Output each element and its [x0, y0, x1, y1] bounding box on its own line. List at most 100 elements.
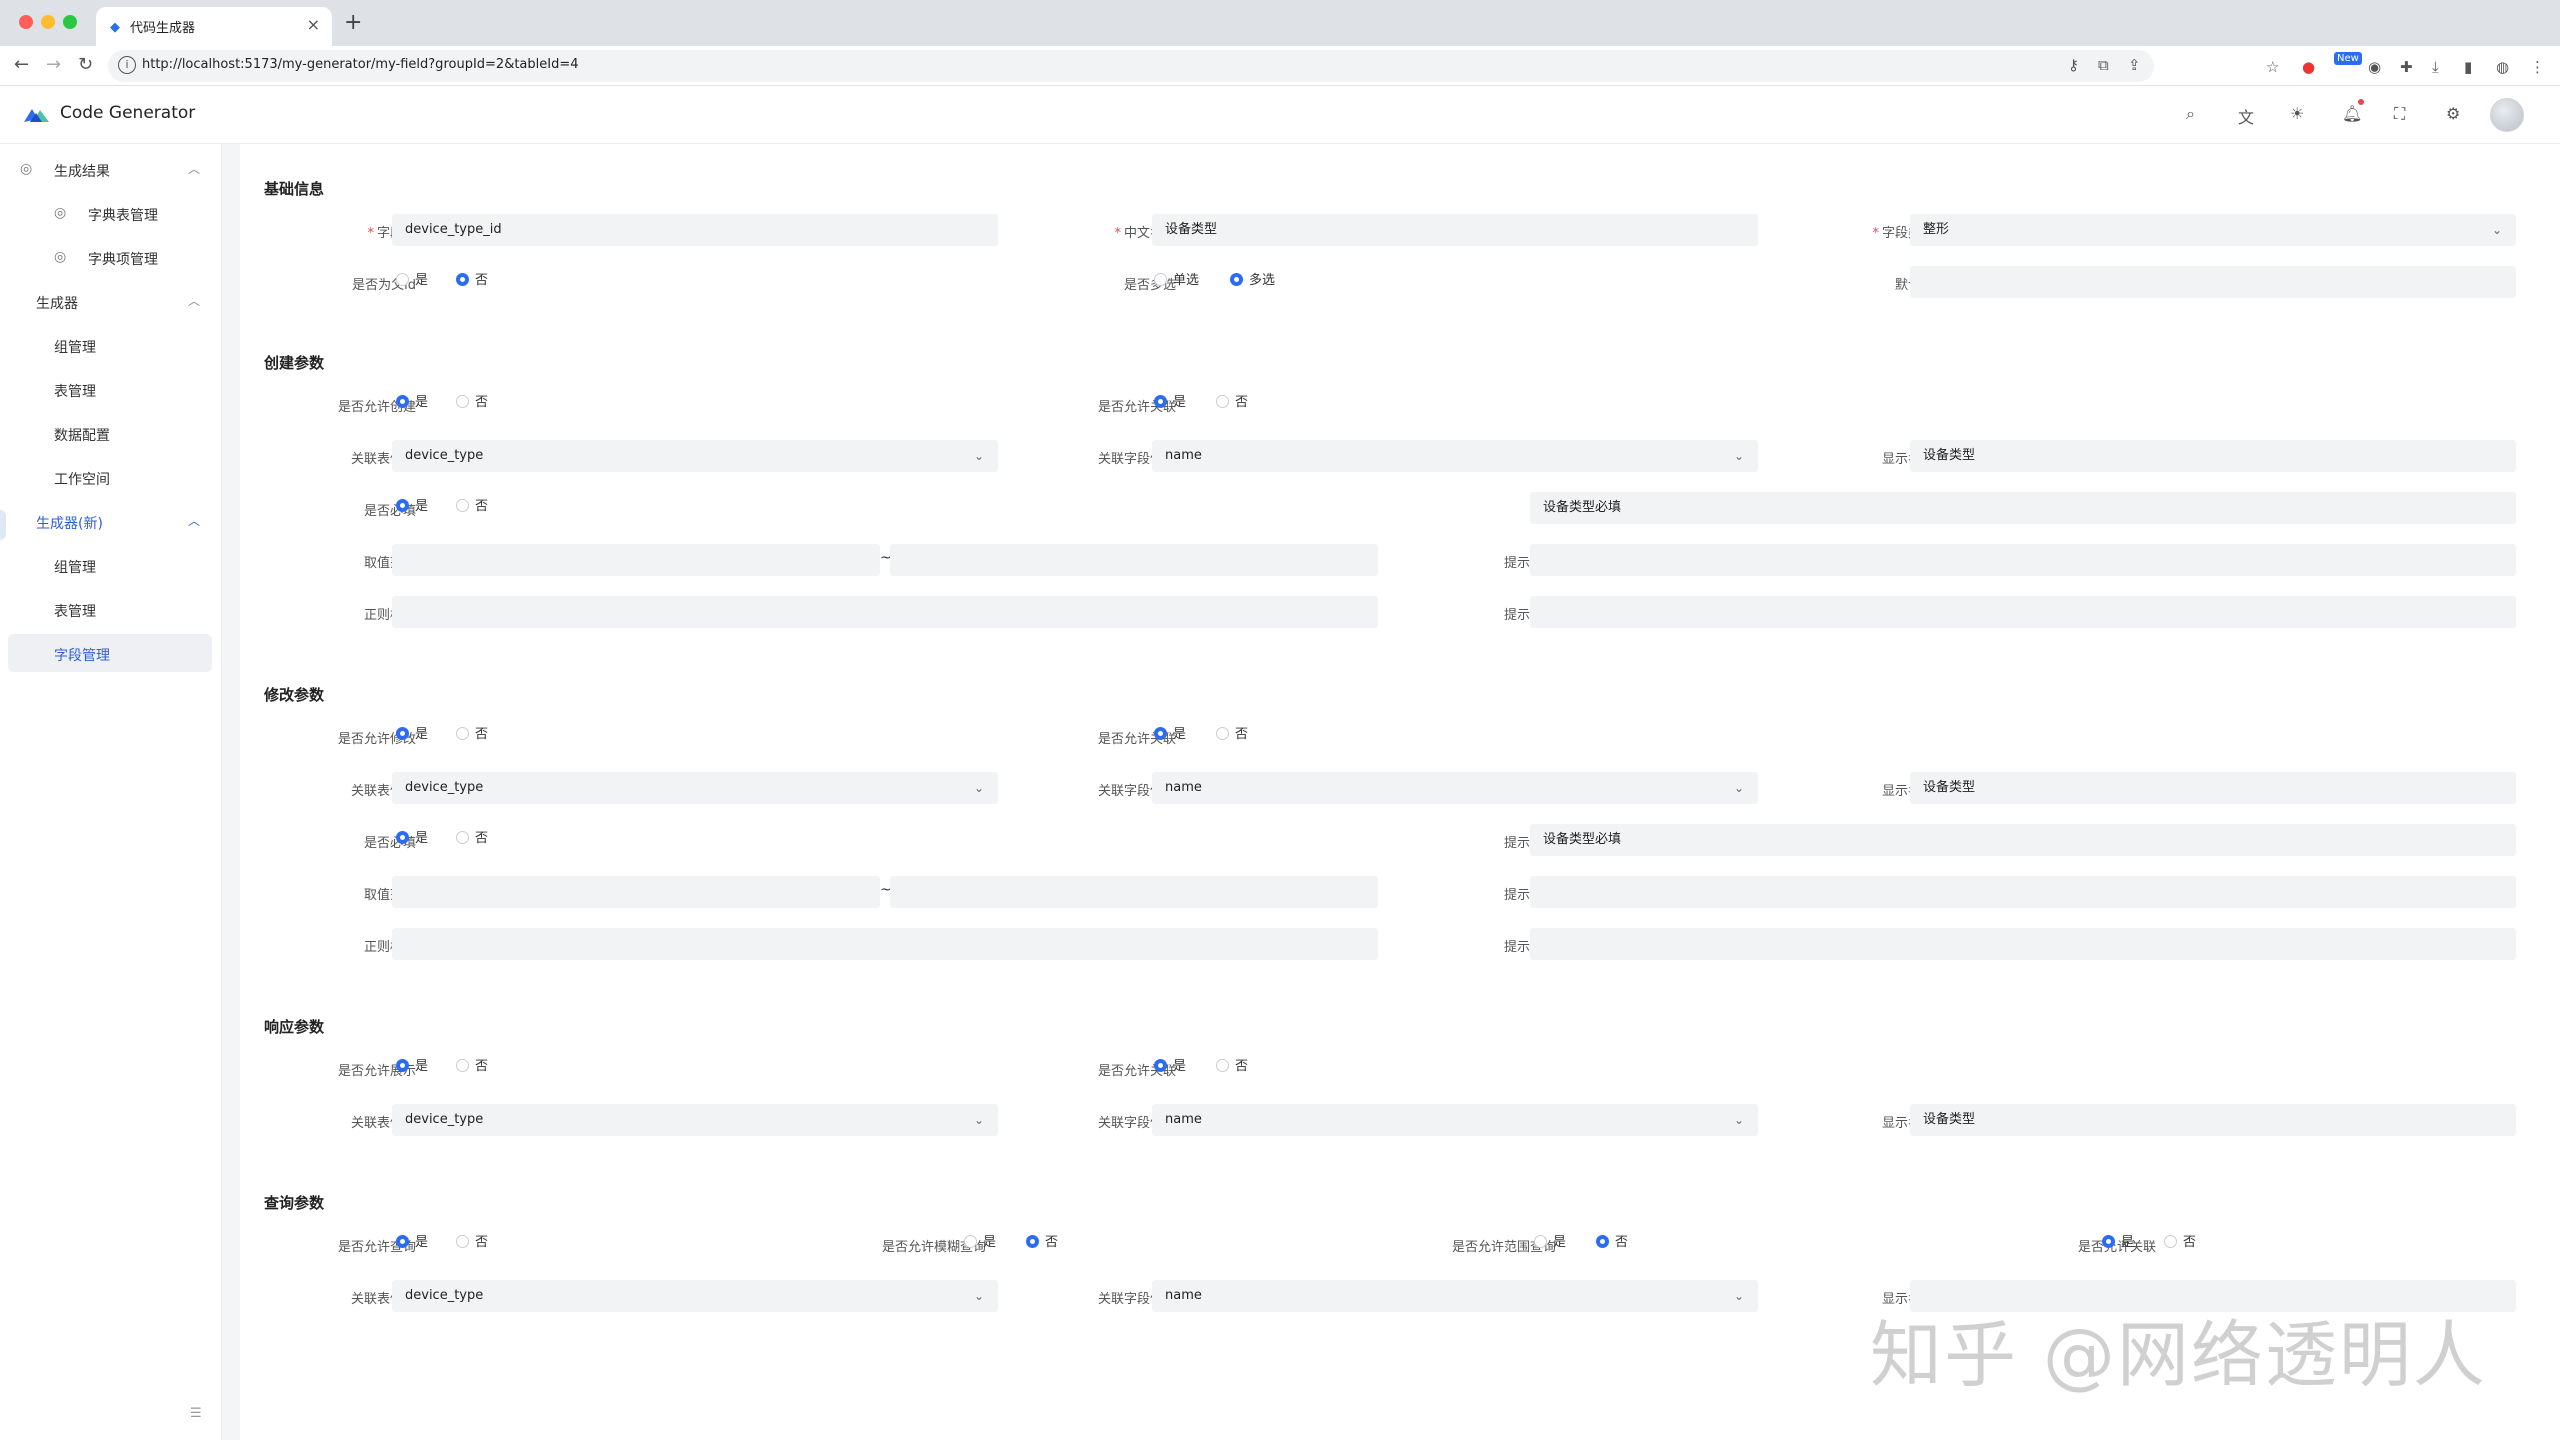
allow-create-no-radio[interactable]: 否: [456, 394, 488, 412]
create-field-select[interactable]: name ⌄: [1152, 440, 1758, 472]
response-table-select[interactable]: device_type ⌄: [392, 1104, 998, 1136]
create-display-input[interactable]: 设备类型: [1910, 440, 2516, 472]
update-required-no-radio[interactable]: 否: [456, 830, 488, 848]
sidebar-item-field-mgmt[interactable]: 字段管理: [8, 634, 212, 672]
new-tab-icon[interactable]: +: [344, 10, 362, 35]
create-range-hint-input[interactable]: [1530, 544, 2516, 576]
query-table-select[interactable]: device_type ⌄: [392, 1280, 998, 1312]
allow-query-yes-radio[interactable]: 是: [396, 1234, 428, 1252]
create-table-select[interactable]: device_type ⌄: [392, 440, 998, 472]
sidebar-item-dict-table[interactable]: ◎ 字典表管理: [8, 194, 212, 232]
fullscreen-icon[interactable]: ⛶: [2394, 104, 2405, 124]
update-required-yes-radio[interactable]: 是: [396, 830, 428, 848]
update-regex-hint-input[interactable]: [1530, 928, 2516, 960]
default-value-input[interactable]: [1910, 266, 2516, 298]
is-parent-no-radio[interactable]: 否: [456, 272, 488, 290]
sidebar-item-group-mgmt-new[interactable]: 组管理: [8, 546, 212, 584]
create-range-min-input[interactable]: [392, 544, 880, 576]
sidebar-group-results[interactable]: ◎ 生成结果 ︿: [8, 150, 212, 188]
extension-new-badge[interactable]: New: [2334, 52, 2362, 65]
update-assoc-yes-radio[interactable]: 是: [1154, 726, 1186, 744]
sidebar-item-table-mgmt-new[interactable]: 表管理: [8, 590, 212, 628]
browser-tab[interactable]: ◆ 代码生成器 ×: [96, 7, 332, 46]
create-required-no-radio[interactable]: 否: [456, 498, 488, 516]
create-regex-hint-input[interactable]: [1530, 596, 2516, 628]
create-hint-input[interactable]: 设备类型必填: [1530, 492, 2516, 524]
sidebar-item-table-mgmt[interactable]: 表管理: [8, 370, 212, 408]
download-icon[interactable]: ⤓: [2432, 58, 2439, 76]
response-field-select[interactable]: name ⌄: [1152, 1104, 1758, 1136]
puzzle-icon[interactable]: ✚: [2400, 58, 2413, 76]
create-range-max-input[interactable]: [890, 544, 1378, 576]
menu-kebab-icon[interactable]: ⋮: [2530, 58, 2545, 76]
allow-update-yes-radio[interactable]: 是: [396, 726, 428, 744]
translate-page-icon[interactable]: ⧉: [2098, 56, 2109, 74]
create-assoc-no-radio[interactable]: 否: [1216, 394, 1248, 412]
query-assoc-no-radio[interactable]: 否: [2164, 1234, 2196, 1252]
update-hint-input[interactable]: 设备类型必填: [1530, 824, 2516, 856]
forward-icon[interactable]: →: [46, 54, 61, 75]
update-regex-input[interactable]: [392, 928, 1378, 960]
collapse-sidebar-icon[interactable]: ☰: [190, 1406, 202, 1421]
response-assoc-yes-radio[interactable]: 是: [1154, 1058, 1186, 1076]
share-icon[interactable]: ⇪: [2128, 56, 2141, 74]
key-icon[interactable]: ⚷: [2068, 56, 2079, 74]
sidebar-item-data-config[interactable]: 数据配置: [8, 414, 212, 452]
extension-icon[interactable]: ◉: [2368, 58, 2381, 76]
range-query-no-radio[interactable]: 否: [1596, 1234, 1628, 1252]
is-parent-yes-radio[interactable]: 是: [396, 272, 428, 290]
back-icon[interactable]: ←: [14, 54, 29, 75]
settings-gear-icon[interactable]: ⚙: [2446, 104, 2460, 123]
maximize-window-button[interactable]: [63, 15, 77, 29]
search-icon[interactable]: ⌕: [2186, 104, 2195, 124]
create-required-yes-radio[interactable]: 是: [396, 498, 428, 516]
site-info-icon[interactable]: i: [118, 56, 136, 74]
response-display-input[interactable]: 设备类型: [1910, 1104, 2516, 1136]
allow-query-no-radio[interactable]: 否: [456, 1234, 488, 1252]
avatar[interactable]: [2490, 98, 2524, 132]
response-assoc-no-radio[interactable]: 否: [1216, 1058, 1248, 1076]
range-query-yes-radio[interactable]: 是: [1534, 1234, 1566, 1252]
allow-create-yes-radio[interactable]: 是: [396, 394, 428, 412]
language-icon[interactable]: 文: [2238, 104, 2254, 128]
sidebar-item-group-mgmt[interactable]: 组管理: [8, 326, 212, 364]
minimize-window-button[interactable]: [41, 15, 55, 29]
cn-name-input[interactable]: 设备类型: [1152, 214, 1758, 246]
sidebar-group-generator[interactable]: 生成器 ︿: [8, 282, 212, 320]
query-assoc-yes-radio[interactable]: 是: [2102, 1234, 2134, 1252]
update-range-hint-input[interactable]: [1530, 876, 2516, 908]
sidebar-group-generator-new[interactable]: 生成器(新) ︿: [8, 502, 212, 540]
query-field-select[interactable]: name ⌄: [1152, 1280, 1758, 1312]
allow-update-no-radio[interactable]: 否: [456, 726, 488, 744]
sidebar-item-workspace[interactable]: 工作空间: [8, 458, 212, 496]
field-name-input[interactable]: device_type_id: [392, 214, 998, 246]
bookmark-star-icon[interactable]: ☆: [2266, 58, 2279, 76]
allow-display-yes-radio[interactable]: 是: [396, 1058, 428, 1076]
side-panel-icon[interactable]: ▮: [2464, 58, 2472, 76]
theme-sun-icon[interactable]: ☀: [2290, 104, 2304, 123]
sidebar-item-dict-item[interactable]: ◎ 字典项管理: [8, 238, 212, 276]
close-window-button[interactable]: [19, 15, 33, 29]
url-field[interactable]: i http://localhost:5173/my-generator/my-…: [108, 50, 2154, 82]
extension-chrome-icon[interactable]: ●: [2302, 58, 2315, 76]
update-table-select[interactable]: device_type ⌄: [392, 772, 998, 804]
reload-icon[interactable]: ↻: [78, 54, 93, 75]
drawer-handle[interactable]: [0, 510, 6, 540]
field-type-select[interactable]: 整形 ⌄: [1910, 214, 2516, 246]
fuzzy-query-no-radio[interactable]: 否: [1026, 1234, 1058, 1252]
update-range-min-input[interactable]: [392, 876, 880, 908]
update-display-input[interactable]: 设备类型: [1910, 772, 2516, 804]
allow-display-no-radio[interactable]: 否: [456, 1058, 488, 1076]
multi-select-radio[interactable]: 多选: [1230, 272, 1275, 290]
create-regex-input[interactable]: [392, 596, 1378, 628]
update-range-max-input[interactable]: [890, 876, 1378, 908]
notification-bell-icon[interactable]: 🔔︎: [2342, 104, 2362, 123]
fuzzy-query-yes-radio[interactable]: 是: [964, 1234, 996, 1252]
update-field-select[interactable]: name ⌄: [1152, 772, 1758, 804]
close-tab-icon[interactable]: ×: [307, 15, 320, 34]
update-assoc-no-radio[interactable]: 否: [1216, 726, 1248, 744]
single-select-radio[interactable]: 单选: [1154, 272, 1199, 290]
sidebar-item-label: 组管理: [54, 560, 96, 576]
profile-icon[interactable]: ◍: [2496, 58, 2509, 76]
create-assoc-yes-radio[interactable]: 是: [1154, 394, 1186, 412]
